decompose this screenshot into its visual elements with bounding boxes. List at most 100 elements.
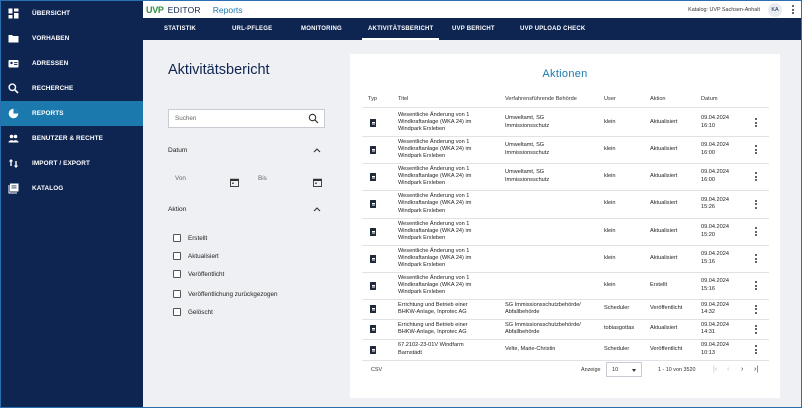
row-menu-icon[interactable] [754,345,758,354]
cell-aktion-line: Aktualisiert [650,200,678,207]
tab-url-pflege[interactable]: URL-PFLEGE [232,18,272,40]
sidebar-item-uebersicht[interactable]: ÜBERSICHT [1,1,143,26]
app-logo[interactable]: UVP EDITOR [146,5,201,15]
table-row[interactable]: 67.2102-23-01V Windfarm Barnstädt Velte, M… [350,339,780,360]
row-menu-icon[interactable] [754,324,758,334]
cell-titel: 67.2102-23-01V Windfarm Barnstädt [398,342,464,356]
avatar[interactable]: KA [768,2,782,17]
row-menu-icon[interactable] [754,281,758,290]
checkbox[interactable] [173,270,181,278]
cell-user: klein [604,228,616,235]
checkbox[interactable] [173,308,181,316]
cell-behoerde-line: Immissionsschutz [505,176,550,183]
page-size-select[interactable]: 10 [606,362,642,377]
cell-titel-line: Windpark Erxleben [398,262,446,269]
table-row[interactable]: Errichtung und Betrieb einer BHKW-Anlage,… [350,299,780,319]
table-row[interactable]: Errichtung und Betrieb einer BHKW-Anlage,… [350,319,780,339]
checkbox[interactable] [173,234,181,242]
sidebar-item-katalog[interactable]: KATALOG [1,176,143,201]
checkbox-label: Veröffentlichung zurückgezogen [188,290,278,298]
cell-behoerde-line: Immissionsschutz [505,149,550,156]
cell-titel-line: Wesentliche Änderung von 1 [398,165,470,172]
logo-editor: EDITOR [167,4,201,15]
page-size-label: Anzeige [581,367,601,373]
col-titel[interactable]: Titel [398,96,408,102]
tab-aktivitaetsbericht[interactable]: AKTIVITÄTSBERICHT [361,18,440,40]
sidebar-item-vorhaben[interactable]: VORHABEN [1,26,143,51]
col-user[interactable]: User [604,96,616,102]
cell-user: klein [604,200,616,207]
cell-user-line: Scheduler [604,305,630,312]
tab-uvp-upload-check[interactable]: UVP UPLOAD CHECK [520,18,585,40]
row-menu-icon[interactable] [754,254,758,263]
cell-datum-line: 09.04.2024 [701,224,729,231]
document-icon [370,227,376,236]
row-menu-icon[interactable] [754,304,758,314]
cell-user: klein [604,146,616,153]
row-menu-icon[interactable] [754,199,758,209]
table-row[interactable]: Wesentliche Änderung von 1 Windkraftanlag… [350,218,780,245]
next-page-icon[interactable]: › [741,366,743,373]
sidebar-item-benutzer[interactable]: BENUTZER & RECHTE [1,126,143,151]
tab-uvp-bericht[interactable]: UVP BERICHT [452,18,495,40]
catalog-indicator[interactable]: Katalog: UVP Sachsen-Anhalt [688,7,760,13]
sidebar-item-reports[interactable]: REPORTS [1,101,143,126]
checkbox-erstellt[interactable]: Erstellt [173,234,207,242]
search-input[interactable]: Suchen [168,109,325,128]
sidebar-item-recherche[interactable]: RECHERCHE [1,76,143,101]
checkbox-aktualisiert[interactable]: Aktualisiert [173,252,219,260]
table-row[interactable]: Wesentliche Änderung von 1 Windkraftanlag… [350,163,780,190]
last-page-icon[interactable]: ›| [754,366,758,373]
col-behoerde[interactable]: Verfahrensführende Behörde [505,96,577,102]
first-page-icon[interactable]: |‹ [713,366,717,373]
row-menu-icon[interactable] [754,118,758,127]
datum-section-header[interactable]: Datum [168,147,325,154]
checkbox[interactable] [173,252,181,260]
cell-behoerde-line: Umweltamt, SG [505,169,545,176]
checkbox-label: Veröffentlicht [188,270,225,278]
row-menu-icon[interactable] [754,145,758,154]
tab-statistik[interactable]: STATISTIK [164,18,196,40]
table-row[interactable]: Wesentliche Änderung von 1 Windkraftanlag… [350,190,780,218]
cell-aktion-line: Veröffentlicht [650,305,683,312]
row-menu-icon[interactable] [754,227,758,236]
col-datum[interactable]: Datum [701,96,717,102]
table-row[interactable]: Wesentliche Änderung von 1 Windkraftanlag… [350,136,780,163]
checkbox-zurueckgezogen[interactable]: Veröffentlichung zurückgezogen [173,290,278,298]
von-field[interactable]: Von [175,175,186,182]
sidebar-item-adressen[interactable]: ADRESSEN [1,51,143,76]
document-icon [370,254,376,263]
cell-user-line: klein [604,254,616,261]
row-menu-icon[interactable] [754,172,758,181]
calendar-icon[interactable] [313,174,322,187]
prev-page-icon[interactable]: ‹ [727,366,729,373]
cell-behoerde-line: Velte, Marie-Christin [505,345,556,352]
checkbox-veroeffentlicht[interactable]: Veröffentlicht [173,270,224,278]
cell-datum-line: 09.04.2024 [701,278,729,285]
cell-aktion-line: Aktualisiert [650,172,678,179]
calendar-icon[interactable] [230,174,239,187]
more-menu-icon[interactable] [790,4,796,16]
chevron-up-icon[interactable] [313,147,321,155]
csv-export-button[interactable]: CSV [371,367,382,373]
table-row[interactable]: Wesentliche Änderung von 1 Windkraftanlag… [350,109,780,136]
chevron-up-icon[interactable] [313,206,321,214]
col-aktion[interactable]: Aktion [650,96,666,102]
bis-field[interactable]: Bis [258,175,267,182]
table-row[interactable]: Wesentliche Änderung von 1 Windkraftanlag… [350,272,780,299]
cell-titel-line: BHKW-Anlage, Inprotec AG [398,329,467,335]
sidebar-item-import-export[interactable]: IMPORT / EXPORT [1,151,143,176]
checkbox-geloescht[interactable]: Gelöscht [173,308,213,316]
cell-datum: 09.04.2024 14:32 [701,302,729,316]
col-typ[interactable]: Typ [368,96,377,102]
cell-datum: 09.04.2024 15:16 [701,278,729,292]
aktion-section-header[interactable]: Aktion [168,206,325,213]
cell-titel-line: Wesentliche Änderung von 1 [398,220,470,227]
search-icon[interactable] [308,113,319,124]
cell-titel-line: Barnstädt [398,349,422,356]
tab-monitoring[interactable]: MONITORING [301,18,342,40]
table-row[interactable]: Wesentliche Änderung von 1 Windkraftanlag… [350,245,780,272]
checkbox[interactable] [173,290,181,298]
actions-card: Aktionen Typ Titel Verfahrensführende Be… [350,54,780,398]
cell-behoerde: Umweltamt, SG Immissionsschutz [505,169,549,183]
